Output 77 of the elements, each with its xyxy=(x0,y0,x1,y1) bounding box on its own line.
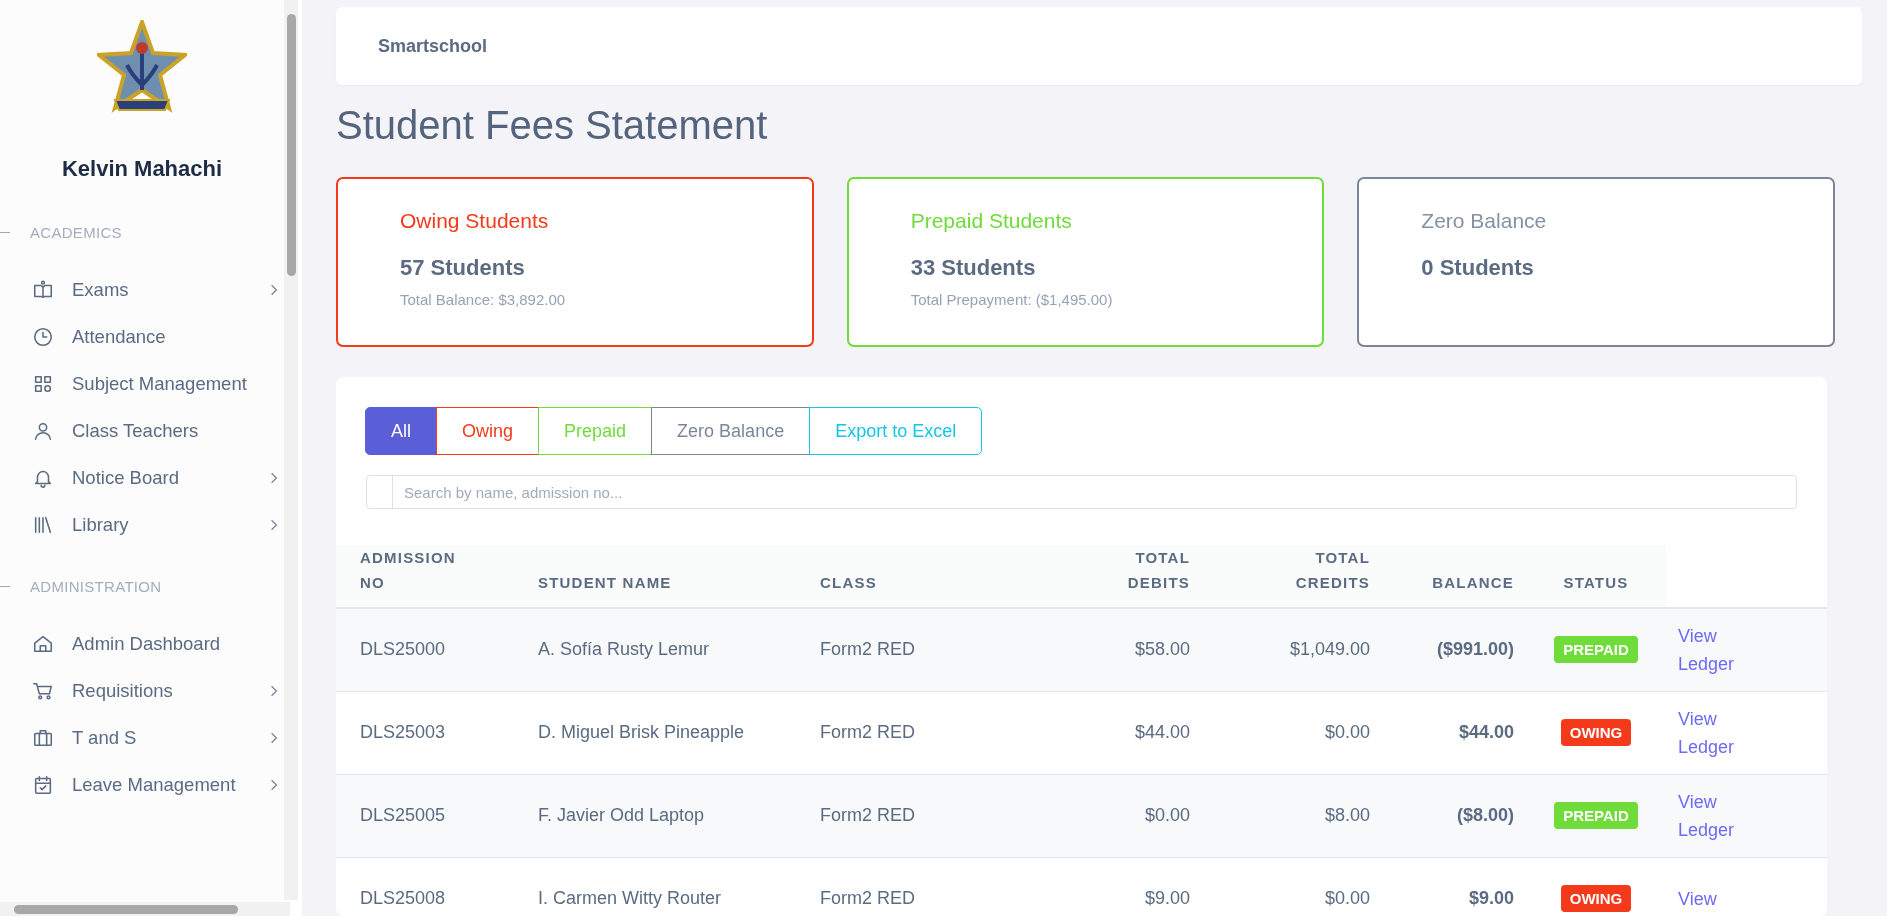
view-ledger-link[interactable]: View Ledger xyxy=(1678,704,1735,761)
status-badge: OWING xyxy=(1560,719,1632,746)
table-cell: $44.00 xyxy=(1458,722,1514,742)
view-ledger-link[interactable]: View Ledger xyxy=(1678,787,1735,844)
status-badge: PREPAID xyxy=(1554,802,1638,829)
column-header: STUDENT NAME xyxy=(526,545,808,608)
filter-tab[interactable]: Owing xyxy=(436,407,540,455)
cart-icon xyxy=(32,680,54,702)
clock-icon xyxy=(32,326,54,348)
table-cell: $1,049.00 xyxy=(1289,639,1370,660)
table-cell: Form2 RED xyxy=(820,805,915,825)
column-header: BALANCE xyxy=(1382,545,1526,608)
card-title: Owing Students xyxy=(400,209,550,233)
table-cell: Form2 RED xyxy=(820,722,915,742)
page-title: Student Fees Statement xyxy=(336,103,769,147)
column-header: ADMISSION NO xyxy=(336,545,526,608)
table-cell: $9.00 xyxy=(1144,888,1190,908)
card-detail: Total Balance: $3,892.00 xyxy=(400,291,567,308)
books-icon xyxy=(32,514,54,536)
person-icon xyxy=(32,420,54,442)
home-icon xyxy=(32,633,54,655)
table-cell: F. Javier Odd Laptop xyxy=(538,805,705,825)
table-cell: A. Sofía Rusty Lemur xyxy=(538,639,710,660)
table-cell: DLS25000 xyxy=(360,639,446,660)
scrollbar[interactable] xyxy=(0,902,290,916)
sidebar-item[interactable]: Admin Dashboard xyxy=(0,625,284,663)
column-header: TOTAL CREDITS xyxy=(1202,545,1382,608)
user-name: Kelvin Mahachi xyxy=(60,156,224,182)
student-count: 57 Students xyxy=(400,255,526,281)
table-cell: $0.00 xyxy=(1324,888,1370,908)
table-cell: $8.00 xyxy=(1324,805,1370,825)
card-detail: Total Prepayment: ($1,495.00) xyxy=(910,291,1114,308)
sidebar-item[interactable]: Exams xyxy=(0,271,284,309)
grid-icon xyxy=(32,373,54,395)
sidebar-item[interactable]: Leave Management xyxy=(0,766,284,804)
table-cell: $58.00 xyxy=(1134,639,1190,660)
column-header: CLASS xyxy=(808,545,992,608)
sidebar-item[interactable]: Library xyxy=(0,506,284,544)
sidebar-item[interactable]: Attendance xyxy=(0,318,284,356)
card-title: Zero Balance xyxy=(1421,209,1548,233)
sidebar-item[interactable]: T and S xyxy=(0,719,284,757)
view-ledger-link[interactable]: View Ledger xyxy=(1678,621,1735,678)
sidebar-item[interactable]: Requisitions xyxy=(0,672,284,710)
student-count: 33 Students xyxy=(910,255,1037,281)
section-heading: ADMINISTRATION xyxy=(30,578,162,595)
sidebar-item[interactable]: Class Teachers xyxy=(0,412,284,450)
search-field[interactable]: Search by name, admission no... xyxy=(366,475,1797,509)
table-cell: $0.00 xyxy=(1324,722,1370,742)
table-cell: DLS25005 xyxy=(360,805,446,825)
table-cell: $9.00 xyxy=(1468,888,1514,908)
sidebar-item[interactable]: Subject Management xyxy=(0,365,284,403)
table-cell: D. Miguel Brisk Pineapple xyxy=(538,722,745,742)
table-cell: $0.00 xyxy=(1144,805,1190,825)
table-cell: Form2 RED xyxy=(820,888,915,908)
table-cell: $44.00 xyxy=(1134,722,1190,742)
status-badge: OWING xyxy=(1560,885,1632,912)
view-ledger-link[interactable]: View xyxy=(1678,884,1717,913)
status-badge: PREPAID xyxy=(1554,636,1638,664)
book-icon xyxy=(32,279,54,301)
table-cell: DLS25003 xyxy=(360,722,446,742)
table-cell: ($8.00) xyxy=(1456,805,1514,825)
table-cell: Form2 RED xyxy=(820,639,915,660)
filter-tab[interactable]: Zero Balance xyxy=(651,407,811,455)
table-cell: ($991.00) xyxy=(1436,639,1514,660)
brand-name: Smartschool xyxy=(378,35,488,57)
table-cell: DLS25008 xyxy=(360,888,446,908)
scrollbar[interactable] xyxy=(284,0,298,900)
briefcase-icon xyxy=(32,727,54,749)
column-header: STATUS xyxy=(1526,545,1666,608)
calendar-icon xyxy=(32,774,54,796)
filter-tab[interactable]: All xyxy=(365,407,437,455)
section-heading: ACADEMICS xyxy=(30,224,122,241)
card-title: Prepaid Students xyxy=(910,209,1073,233)
table-cell: I. Carmen Witty Router xyxy=(538,888,722,908)
sidebar-item[interactable]: Notice Board xyxy=(0,459,284,497)
column-header: TOTAL DEBITS xyxy=(992,545,1202,608)
student-count: 0 Students xyxy=(1421,255,1535,281)
